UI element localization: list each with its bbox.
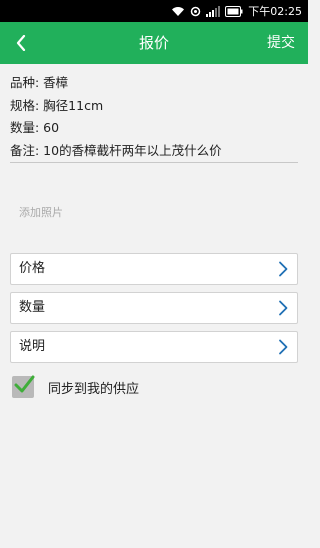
variety-text: 品种: 香樟 (10, 75, 69, 90)
submit-button[interactable]: 提交 (267, 22, 295, 64)
chevron-right-icon (277, 300, 289, 316)
quantity-label: 数量 (19, 300, 46, 315)
price-label: 价格 (19, 261, 46, 276)
divider (10, 162, 298, 163)
status-time: 下午02:25 (248, 5, 302, 18)
price-row[interactable]: 价格 (10, 253, 298, 285)
sync-label: 同步到我的供应 (48, 381, 140, 397)
sync-option[interactable]: 同步到我的供应 (12, 375, 140, 398)
request-info: 品种: 香樟 规格: 胸径11cm 数量: 60 备注: 10的香樟截杆两年以上… (10, 72, 298, 162)
description-label: 说明 (19, 339, 46, 354)
quantity-text: 数量: 60 (10, 120, 60, 135)
wifi-icon (171, 6, 185, 17)
checkmark-icon (14, 375, 35, 393)
chevron-right-icon (277, 339, 289, 355)
description-row[interactable]: 说明 (10, 331, 298, 363)
status-bar: 下午02:25 (0, 0, 308, 22)
spec-text: 规格: 胸径11cm (10, 97, 104, 113)
sync-icon (190, 6, 201, 17)
quantity-row[interactable]: 数量 (10, 292, 298, 324)
signal-icon (206, 5, 221, 17)
sync-checkbox[interactable] (12, 375, 35, 398)
battery-icon (225, 5, 243, 17)
app-header: 报价 提交 (0, 22, 308, 64)
chevron-right-icon (277, 261, 289, 277)
page-title: 报价 (138, 34, 169, 52)
note-text: 备注: 10的香樟截杆两年以上茂什么价 (10, 142, 222, 158)
add-photo-button[interactable]: 添加照片 (19, 204, 63, 220)
